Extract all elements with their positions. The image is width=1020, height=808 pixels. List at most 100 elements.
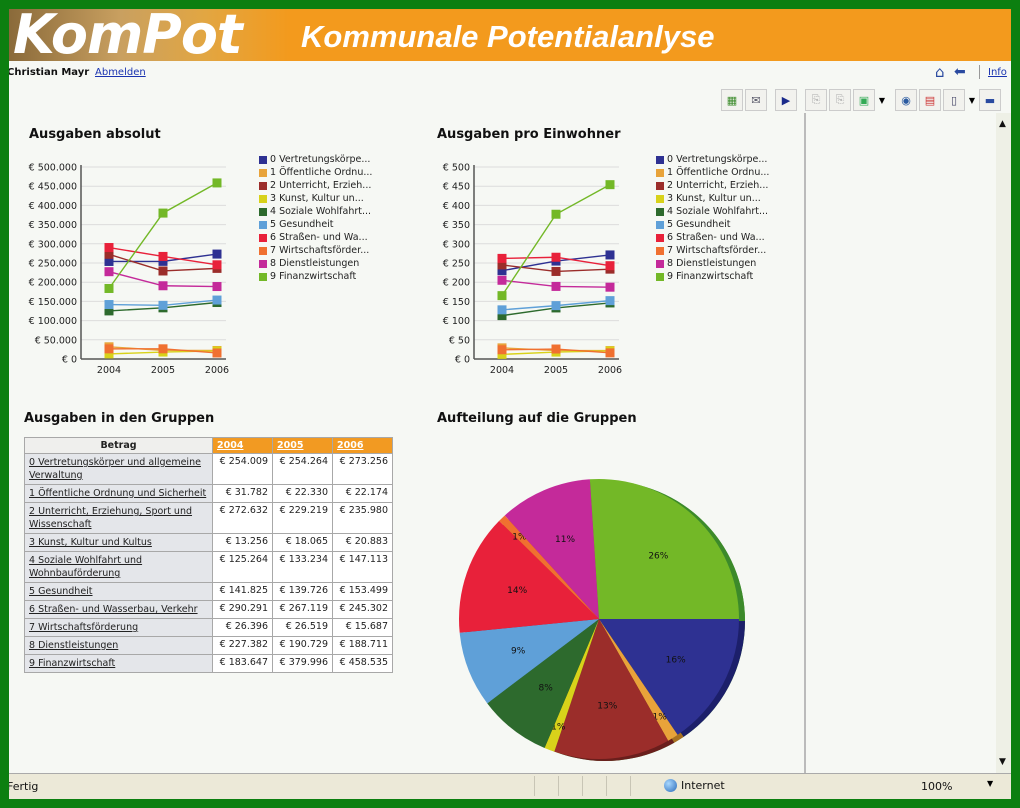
paste-icon[interactable]: ⎘ [829, 89, 851, 111]
x-tick-label: 2006 [205, 365, 229, 376]
camera-icon[interactable]: ◉ [895, 89, 917, 111]
legend-item: 3 Kunst, Kultur un... [656, 192, 769, 205]
zone-label: Internet [681, 779, 725, 792]
app-subtitle: Kommunale Potentialanlyse [301, 19, 715, 54]
line-chart-absolute: € 0 € 50.000 € 100.000 € 150.000 € 200.000 € … [29, 163, 229, 377]
excel-export-icon[interactable]: ▦ [721, 89, 743, 111]
x-tick-label: 2004 [490, 365, 514, 376]
legend-item: 8 Dienstleistungen [259, 257, 372, 270]
legend-swatch [259, 207, 267, 216]
table-cell-value: € 133.234 [272, 551, 333, 583]
legend-swatch [656, 220, 664, 229]
group-link[interactable]: 0 Vertretungskörper und allgemeine Verwa… [24, 453, 213, 485]
table-cell-value: € 290.291 [212, 600, 273, 619]
data-point [497, 275, 507, 285]
legend-per-capita: 0 Vertretungskörpe... 1 Öffentliche Ordnu… [656, 153, 769, 283]
group-link[interactable]: 9 Finanzwirtschaft [24, 654, 213, 673]
legend-absolute: 0 Vertretungskörpe... 1 Öffentliche Ordnu… [259, 153, 372, 283]
data-point [104, 267, 114, 277]
info-link[interactable]: Info [988, 67, 1007, 78]
table-cell-value: € 229.219 [272, 502, 333, 534]
back-arrow-icon[interactable]: ⬅ [954, 64, 970, 80]
y-tick-label: € 0 [62, 355, 77, 366]
table-cell-value: € 15.687 [332, 618, 393, 637]
report-toolbar: ▦ ✉ ▶ ⎘ ⎘ ▣ ▼ ◉ ▤ ▯ ▼ ▬ [721, 89, 1001, 113]
legend-label: 4 Soziale Wohlfahrt... [667, 206, 769, 217]
column-header-2006[interactable]: 2006 [332, 437, 393, 454]
y-tick-label: € 150 [443, 297, 470, 308]
group-link[interactable]: 6 Straßen- und Wasserbau, Verkehr [24, 600, 213, 619]
bookmark-icon[interactable]: ▬ [979, 89, 1001, 111]
data-point [605, 282, 615, 292]
legend-swatch [656, 168, 664, 177]
scroll-up-icon[interactable]: ▲ [999, 119, 1006, 129]
legend-label: 3 Kunst, Kultur un... [270, 193, 364, 204]
data-point [605, 180, 615, 190]
mail-icon[interactable]: ✉ [745, 89, 767, 111]
legend-label: 1 Öffentliche Ordnu... [270, 167, 373, 178]
pie-percent-label: 11% [555, 535, 575, 545]
legend-label: 2 Unterricht, Erzieh... [270, 180, 372, 191]
legend-item: 2 Unterricht, Erzieh... [259, 179, 372, 192]
chart-settings-icon[interactable]: ▣ [853, 89, 875, 111]
legend-label: 0 Vertretungskörpe... [270, 154, 371, 165]
group-link[interactable]: 1 Öffentliche Ordnung und Sicherheit [24, 484, 213, 503]
legend-label: 9 Finanzwirtschaft [667, 271, 754, 282]
scroll-down-icon[interactable]: ▼ [999, 757, 1006, 767]
legend-item: 3 Kunst, Kultur un... [259, 192, 372, 205]
group-link[interactable]: 7 Wirtschaftsförderung [24, 618, 213, 637]
legend-swatch [259, 246, 267, 255]
data-point [551, 301, 561, 311]
table-row: 8 Dienstleistungen € 227.382 € 190.729 € 18… [24, 636, 393, 655]
legend-swatch [259, 233, 267, 242]
play-icon[interactable]: ▶ [775, 89, 797, 111]
logout-link[interactable]: Abmelden [95, 67, 146, 78]
table-row: 4 Soziale Wohlfahrt und Wohnbauförderung… [24, 551, 393, 583]
user-name: Christian Mayr [9, 67, 90, 78]
group-link[interactable]: 2 Unterricht, Erziehung, Sport und Wisse… [24, 502, 213, 534]
data-point [551, 252, 561, 262]
legend-swatch [656, 181, 664, 190]
legend-label: 6 Straßen- und Wa... [270, 232, 368, 243]
group-link[interactable]: 3 Kunst, Kultur und Kultus [24, 533, 213, 552]
zoom-level[interactable]: 100% [921, 780, 952, 793]
y-tick-label: € 100.000 [29, 316, 77, 327]
table-row: 5 Gesundheit € 141.825 € 139.726 € 153.499 [24, 582, 393, 601]
data-point [158, 266, 168, 276]
report-icon[interactable]: ▤ [919, 89, 941, 111]
y-tick-label: € 50.000 [35, 335, 77, 346]
pane-divider[interactable] [804, 113, 806, 773]
pie-percent-label: 13% [597, 701, 617, 711]
chevron-down-icon[interactable]: ▼ [877, 89, 887, 111]
copy-icon[interactable]: ⎘ [805, 89, 827, 111]
column-header-2005[interactable]: 2005 [272, 437, 333, 454]
column-header-2004[interactable]: 2004 [212, 437, 273, 454]
group-link[interactable]: 4 Soziale Wohlfahrt und Wohnbauförderung [24, 551, 213, 583]
status-bar: Fertig Internet 100% ▼ [9, 773, 1011, 799]
zoom-dropdown-icon[interactable]: ▼ [987, 779, 993, 788]
table-cell-value: € 183.647 [212, 654, 273, 673]
data-point [158, 344, 168, 354]
group-link[interactable]: 5 Gesundheit [24, 582, 213, 601]
series-line [501, 184, 611, 297]
vertical-scrollbar[interactable]: ▲ ▼ [996, 113, 1011, 773]
legend-label: 8 Dienstleistungen [667, 258, 757, 269]
data-point [497, 345, 507, 355]
user-bar: Christian Mayr Abmelden ⌂ ⬅ Info [9, 63, 1011, 83]
table-row: 0 Vertretungskörper und allgemeine Verwa… [24, 453, 393, 485]
data-point [497, 253, 507, 263]
y-tick-label: € 400.000 [29, 201, 77, 212]
data-point [158, 208, 168, 218]
legend-swatch [259, 155, 267, 164]
chevron-down-icon[interactable]: ▼ [967, 89, 977, 111]
y-tick-label: € 250 [443, 259, 470, 270]
table-cell-value: € 379.996 [272, 654, 333, 673]
table-cell-value: € 273.256 [332, 453, 393, 485]
legend-label: 7 Wirtschaftsförder... [270, 245, 370, 256]
pie-percent-label: 14% [507, 586, 527, 596]
home-icon[interactable]: ⌂ [935, 64, 951, 80]
y-tick-label: € 400 [443, 201, 470, 212]
group-link[interactable]: 8 Dienstleistungen [24, 636, 213, 655]
groups-table: Betrag 2004 2005 2006 0 Vertretungskörpe… [24, 437, 393, 673]
page-icon[interactable]: ▯ [943, 89, 965, 111]
